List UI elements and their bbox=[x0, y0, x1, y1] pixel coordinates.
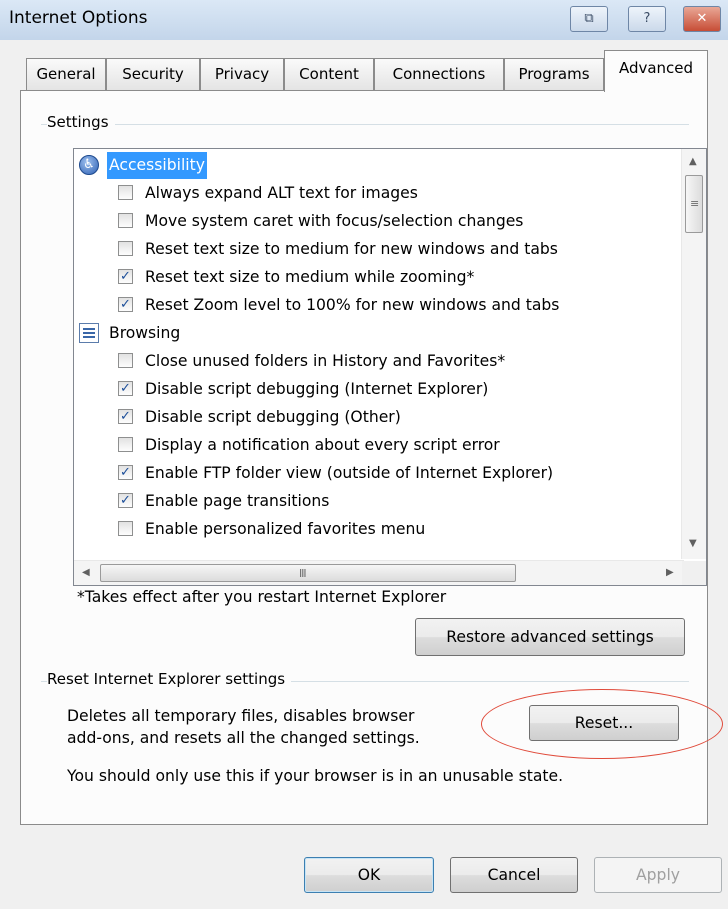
tab-content[interactable]: Content bbox=[284, 58, 374, 90]
tab-connections[interactable]: Connections bbox=[374, 58, 504, 90]
internet-options-dialog: Internet Options ⧉ ? ✕ General Security … bbox=[0, 0, 728, 909]
cancel-button[interactable]: Cancel bbox=[450, 857, 578, 893]
restart-footnote: *Takes effect after you restart Internet… bbox=[77, 588, 447, 606]
setting-label: Move system caret with focus/selection c… bbox=[145, 212, 524, 230]
reset-description-line: add-ons, and resets all the changed sett… bbox=[67, 729, 420, 747]
ok-button[interactable]: OK bbox=[304, 857, 434, 893]
scroll-down-icon[interactable]: ▼ bbox=[689, 539, 697, 549]
checkbox-checked[interactable]: ✓ bbox=[118, 381, 133, 396]
checkbox[interactable] bbox=[118, 185, 133, 200]
category-label: Browsing bbox=[109, 324, 181, 342]
tab-strip: General Security Privacy Content Connect… bbox=[0, 50, 728, 92]
setting-label: Disable script debugging (Other) bbox=[145, 408, 401, 426]
restore-icon: ⧉ bbox=[584, 11, 594, 26]
checkbox[interactable] bbox=[118, 521, 133, 536]
scroll-corner bbox=[682, 561, 706, 585]
settings-list-content: ♿ Accessibility Always expand ALT text f… bbox=[74, 149, 682, 559]
category-label: Accessibility bbox=[107, 152, 207, 179]
scroll-left-icon[interactable]: ◀ bbox=[82, 568, 90, 578]
close-icon: ✕ bbox=[696, 11, 708, 26]
checkbox[interactable] bbox=[118, 241, 133, 256]
scroll-up-icon[interactable]: ▲ bbox=[689, 157, 697, 167]
restore-advanced-settings-button[interactable]: Restore advanced settings bbox=[415, 618, 685, 656]
browsing-icon bbox=[79, 323, 99, 343]
close-button[interactable]: ✕ bbox=[683, 6, 721, 32]
context-help-button[interactable]: ⧉ bbox=[570, 6, 608, 32]
checkbox[interactable] bbox=[118, 213, 133, 228]
setting-label: Always expand ALT text for images bbox=[145, 184, 418, 202]
setting-label: Disable script debugging (Internet Explo… bbox=[145, 380, 489, 398]
horizontal-scroll-thumb[interactable]: Ⅲ bbox=[100, 564, 516, 582]
tab-security[interactable]: Security bbox=[106, 58, 200, 90]
checkbox-checked[interactable]: ✓ bbox=[118, 409, 133, 424]
advanced-tab-panel: Settings ♿ Accessibility Always expand A… bbox=[20, 90, 723, 825]
accessibility-icon: ♿ bbox=[79, 155, 99, 175]
window-title: Internet Options bbox=[9, 8, 148, 28]
setting-label: Reset text size to medium for new window… bbox=[145, 240, 558, 258]
reset-warning: You should only use this if your browser… bbox=[67, 767, 564, 785]
grip-icon: Ⅲ bbox=[299, 567, 307, 580]
annotation-circle bbox=[481, 689, 723, 759]
checkbox-checked[interactable]: ✓ bbox=[118, 297, 133, 312]
setting-label: Enable page transitions bbox=[145, 492, 330, 510]
question-icon: ? bbox=[643, 11, 651, 26]
reset-group-label: Reset Internet Explorer settings bbox=[47, 670, 292, 688]
tab-advanced[interactable]: Advanced bbox=[604, 50, 708, 92]
tab-privacy[interactable]: Privacy bbox=[200, 58, 284, 90]
grip-icon: ≡ bbox=[690, 197, 700, 210]
setting-label: Display a notification about every scrip… bbox=[145, 436, 500, 454]
vertical-scroll-thumb[interactable]: ≡ bbox=[685, 175, 703, 233]
horizontal-scrollbar[interactable]: ◀ Ⅲ ▶ bbox=[74, 560, 684, 585]
settings-group-label: Settings bbox=[47, 113, 115, 131]
title-bar: Internet Options ⧉ ? ✕ bbox=[0, 0, 728, 40]
checkbox[interactable] bbox=[118, 353, 133, 368]
checkbox-checked[interactable]: ✓ bbox=[118, 269, 133, 284]
reset-description: Deletes all temporary files, disables br… bbox=[67, 705, 420, 749]
scroll-right-icon[interactable]: ▶ bbox=[666, 568, 674, 578]
tab-programs[interactable]: Programs bbox=[504, 58, 604, 90]
checkbox[interactable] bbox=[118, 437, 133, 452]
vertical-scrollbar[interactable]: ▲ ≡ ▼ bbox=[681, 149, 706, 559]
setting-label: Enable FTP folder view (outside of Inter… bbox=[145, 464, 554, 482]
apply-button[interactable]: Apply bbox=[594, 857, 722, 893]
help-button[interactable]: ? bbox=[628, 6, 666, 32]
settings-divider bbox=[41, 124, 689, 125]
setting-label: Reset Zoom level to 100% for new windows… bbox=[145, 296, 560, 314]
checkbox-checked[interactable]: ✓ bbox=[118, 465, 133, 480]
tab-general[interactable]: General bbox=[26, 58, 106, 90]
setting-label: Reset text size to medium while zooming* bbox=[145, 268, 475, 286]
setting-label: Close unused folders in History and Favo… bbox=[145, 352, 506, 370]
advanced-settings-list[interactable]: ♿ Accessibility Always expand ALT text f… bbox=[73, 148, 707, 586]
setting-label: Enable personalized favorites menu bbox=[145, 520, 426, 538]
reset-description-line: Deletes all temporary files, disables br… bbox=[67, 707, 415, 725]
checkbox-checked[interactable]: ✓ bbox=[118, 493, 133, 508]
